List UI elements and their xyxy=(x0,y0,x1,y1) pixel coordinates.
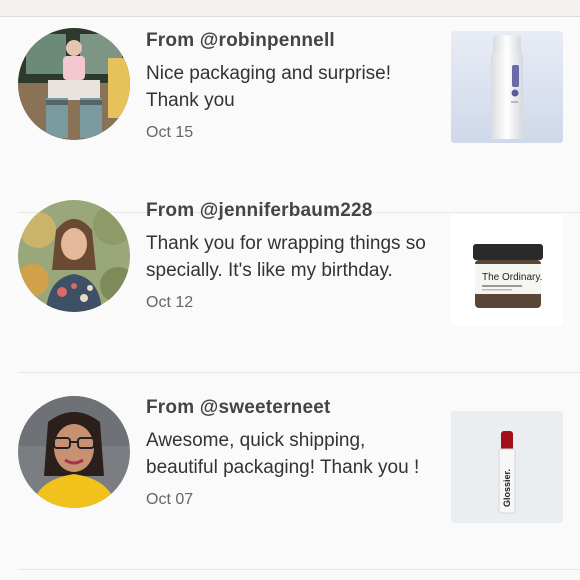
review-date: Oct 15 xyxy=(146,124,194,141)
avatar[interactable] xyxy=(18,396,130,508)
product-thumbnail[interactable]: The Ordinary. xyxy=(451,214,563,326)
user-photo-icon xyxy=(18,28,130,140)
review-text: From @jenniferbaum228 Thank you for wrap… xyxy=(146,200,426,312)
product-brand-label: Glossier. xyxy=(502,469,512,507)
review-text: From @robinpennell Nice packaging and su… xyxy=(146,30,426,142)
product-brand-label: The Ordinary. xyxy=(482,272,542,283)
review-date: Oct 07 xyxy=(146,491,194,508)
avatar[interactable] xyxy=(18,200,130,312)
review-date: Oct 12 xyxy=(146,294,194,311)
user-photo-icon xyxy=(18,396,130,508)
serum-bottle-icon xyxy=(451,31,563,143)
review-text: From @sweeterneet Awesome, quick shippin… xyxy=(146,397,426,509)
user-photo-icon xyxy=(18,200,130,312)
product-thumbnail[interactable] xyxy=(451,31,563,143)
reviewer-handle[interactable]: From @jenniferbaum228 xyxy=(146,200,426,222)
cream-jar-icon: The Ordinary. xyxy=(451,214,563,326)
product-thumbnail[interactable]: Glossier. xyxy=(451,411,563,523)
review-comment: Awesome, quick shipping, beautiful packa… xyxy=(146,430,420,478)
top-bar xyxy=(0,0,580,17)
review-comment: Thank you for wrapping things so special… xyxy=(146,233,426,281)
avatar[interactable] xyxy=(18,28,130,140)
review-item: From @sweeterneet Awesome, quick shippin… xyxy=(18,374,580,570)
reviewer-handle[interactable]: From @robinpennell xyxy=(146,30,426,52)
lipstick-icon: Glossier. xyxy=(451,411,563,523)
review-item: From @jenniferbaum228 Thank you for wrap… xyxy=(18,177,580,373)
reviewer-handle[interactable]: From @sweeterneet xyxy=(146,397,426,419)
review-comment: Nice packaging and surprise! Thank you xyxy=(146,63,392,111)
